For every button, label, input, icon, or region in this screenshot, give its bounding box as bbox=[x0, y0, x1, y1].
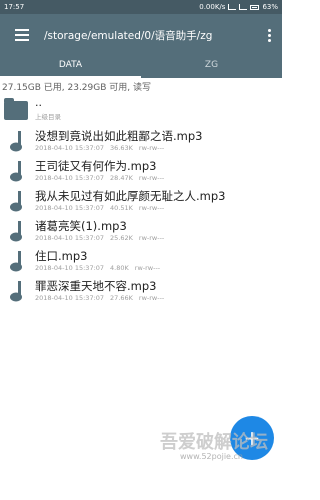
music-note-icon bbox=[10, 251, 22, 272]
file-size: 36.63K bbox=[110, 144, 133, 152]
more-options-icon[interactable] bbox=[256, 14, 282, 56]
list-item[interactable]: 没想到竟说出如此粗鄙之语.mp3 2018-04-10 15:37:07 36.6… bbox=[0, 125, 282, 155]
battery-icon bbox=[250, 4, 260, 10]
list-item[interactable]: 住口.mp3 2018-04-10 15:37:07 4.80K rw-rw--- bbox=[0, 245, 282, 275]
file-date: 2018-04-10 15:37:07 bbox=[35, 144, 105, 152]
file-list: .. 上级目录 没想到竟说出如此粗鄙之语.mp3 2018-04-10 15:3… bbox=[0, 94, 282, 305]
file-date: 2018-04-10 15:37:07 bbox=[35, 294, 105, 302]
file-meta: 2018-04-10 15:37:07 4.80K rw-rw--- bbox=[35, 264, 166, 272]
file-size: 27.66K bbox=[110, 294, 133, 302]
file-size: 28.47K bbox=[110, 174, 133, 182]
folder-icon bbox=[4, 98, 28, 120]
wifi-icon bbox=[239, 4, 248, 10]
toolbar: /storage/emulated/0/语音助手/zg bbox=[0, 14, 282, 56]
parent-directory-label: 上级目录 bbox=[35, 113, 61, 121]
file-perms: rw-rw--- bbox=[138, 174, 165, 182]
current-path: /storage/emulated/0/语音助手/zg bbox=[44, 29, 213, 42]
file-meta: 2018-04-10 15:37:07 27.66K rw-rw--- bbox=[35, 294, 170, 302]
file-name: 王司徒又有何作为.mp3 bbox=[35, 159, 157, 173]
signal-icon bbox=[228, 4, 237, 10]
list-item[interactable]: 我从未见过有如此厚颜无耻之人.mp3 2018-04-10 15:37:07 40… bbox=[0, 185, 282, 215]
file-name: 没想到竟说出如此粗鄙之语.mp3 bbox=[35, 129, 203, 143]
file-meta: 2018-04-10 15:37:07 28.47K rw-rw--- bbox=[35, 174, 170, 182]
status-icons: 0.00K/s 63% bbox=[199, 3, 278, 11]
file-date: 2018-04-10 15:37:07 bbox=[35, 234, 105, 242]
parent-directory-row[interactable]: .. 上级目录 bbox=[0, 94, 282, 125]
file-perms: rw-rw--- bbox=[138, 204, 165, 212]
list-item[interactable]: 罪恶深重天地不容.mp3 2018-04-10 15:37:07 27.66K rw… bbox=[0, 275, 282, 305]
file-size: 4.80K bbox=[110, 264, 129, 272]
tab-bar: DATA ZG bbox=[0, 56, 282, 78]
storage-info: 27.15GB 已用, 23.29GB 可用, 读写 bbox=[2, 83, 151, 93]
file-date: 2018-04-10 15:37:07 bbox=[35, 204, 105, 212]
music-note-icon bbox=[10, 131, 22, 152]
parent-directory-name: .. bbox=[35, 96, 42, 109]
file-meta: 2018-04-10 15:37:07 36.63K rw-rw--- bbox=[35, 144, 170, 152]
file-size: 40.51K bbox=[110, 204, 133, 212]
file-name: 我从未见过有如此厚颜无耻之人.mp3 bbox=[35, 189, 226, 203]
battery-percent: 63% bbox=[262, 3, 278, 11]
file-perms: rw-rw--- bbox=[134, 264, 161, 272]
clock: 17:57 bbox=[4, 3, 25, 11]
music-note-icon bbox=[10, 191, 22, 212]
file-perms: rw-rw--- bbox=[138, 294, 165, 302]
file-name: 诸葛亮笑(1).mp3 bbox=[35, 219, 127, 233]
network-speed: 0.00K/s bbox=[199, 3, 226, 11]
music-note-icon bbox=[10, 281, 22, 302]
file-perms: rw-rw--- bbox=[138, 144, 165, 152]
watermark-url: www.52pojie.cn bbox=[180, 452, 243, 461]
status-bar: 17:57 0.00K/s 63% bbox=[0, 0, 282, 14]
list-item[interactable]: 诸葛亮笑(1).mp3 2018-04-10 15:37:07 25.62K rw-… bbox=[0, 215, 282, 245]
file-name: 住口.mp3 bbox=[35, 249, 88, 263]
file-name: 罪恶深重天地不容.mp3 bbox=[35, 279, 157, 293]
file-meta: 2018-04-10 15:37:07 40.51K rw-rw--- bbox=[35, 204, 170, 212]
file-meta: 2018-04-10 15:37:07 25.62K rw-rw--- bbox=[35, 234, 170, 242]
menu-icon[interactable] bbox=[0, 14, 44, 56]
tab-zg[interactable]: ZG bbox=[141, 56, 282, 78]
file-date: 2018-04-10 15:37:07 bbox=[35, 174, 105, 182]
music-note-icon bbox=[10, 161, 22, 182]
watermark-text: 吾爱破解论坛 bbox=[160, 432, 268, 453]
file-date: 2018-04-10 15:37:07 bbox=[35, 264, 105, 272]
music-note-icon bbox=[10, 221, 22, 242]
list-item[interactable]: 王司徒又有何作为.mp3 2018-04-10 15:37:07 28.47K rw… bbox=[0, 155, 282, 185]
tab-data[interactable]: DATA bbox=[0, 56, 141, 78]
file-size: 25.62K bbox=[110, 234, 133, 242]
file-perms: rw-rw--- bbox=[138, 234, 165, 242]
